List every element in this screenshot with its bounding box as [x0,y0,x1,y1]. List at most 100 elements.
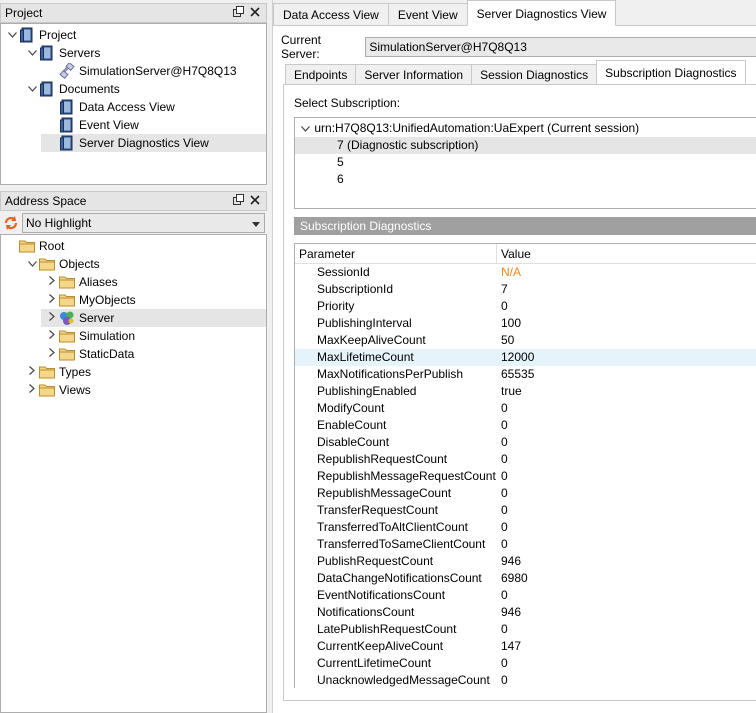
chevron-right-icon[interactable] [45,276,59,288]
tree-item[interactable]: Server [41,309,266,327]
column-header-parameter[interactable]: Parameter [295,244,497,263]
tree-item[interactable]: SimulationServer@H7Q8Q13 [1,62,266,80]
value-cell: 147 [501,639,522,653]
table-row[interactable]: TransferRequestCount 0 [295,502,756,519]
tree-item[interactable]: Server Diagnostics View [41,134,266,152]
server-object-icon [59,310,75,326]
tree-item[interactable]: Views [1,381,266,399]
table-row[interactable]: DataChangeNotificationsCount 6980 [295,570,756,587]
parameter-cell: EventNotificationsCount [317,588,446,602]
parameter-cell: UnacknowledgedMessageCount [317,673,490,687]
tree-item[interactable]: Root [1,237,266,255]
chevron-right-icon[interactable] [45,294,59,306]
diagnostics-grid[interactable]: Parameter Value SessionId N/A Subscription… [294,243,756,688]
table-row[interactable]: RepublishRequestCount 0 [295,451,756,468]
table-row[interactable]: TransferredToAltClientCount 0 [295,519,756,536]
chevron-right-icon[interactable] [25,366,39,378]
tab-endpoints[interactable]: Endpoints [285,64,357,84]
value-cell: N/A [501,265,522,279]
address-space-tree[interactable]: Root Objects Aliases MyObjects Server Simulat… [0,234,267,713]
tab-data-access-view[interactable]: Data Access View [273,3,389,25]
highlight-select[interactable]: No Highlight [22,213,265,233]
tab-server-information[interactable]: Server Information [355,64,473,84]
table-row[interactable]: MaxNotificationsPerPublish 65535 [295,366,756,383]
tree-item[interactable]: StaticData [1,345,266,363]
tree-item-label: Event View [79,118,139,132]
tree-item[interactable]: Project [1,26,266,44]
tree-item-label: Views [59,383,91,397]
table-row[interactable]: SubscriptionId 7 [295,281,756,298]
parameter-cell: RepublishRequestCount [317,452,448,466]
tree-item[interactable]: Types [1,363,266,381]
tab-server-diagnostics-view[interactable]: Server Diagnostics View [466,0,617,26]
chevron-right-icon[interactable] [45,348,59,360]
tab-session-diagnostics[interactable]: Session Diagnostics [471,64,598,84]
table-row[interactable]: SessionId N/A [295,264,756,281]
subscription-item[interactable]: 7 (Diagnostic subscription) [295,137,756,154]
highlight-select-value: No Highlight [26,216,92,230]
chevron-down-icon[interactable] [25,48,39,59]
tree-item-label: Documents [59,82,120,96]
table-row[interactable]: CurrentKeepAliveCount 147 [295,638,756,655]
table-row[interactable]: PublishRequestCount 946 [295,553,756,570]
tab-subscription-diagnostics[interactable]: Subscription Diagnostics [596,60,746,84]
select-subscription-label: Select Subscription: [294,96,401,110]
tree-item[interactable]: Data Access View [1,98,266,116]
subscription-item[interactable]: 5 [295,154,756,171]
table-row[interactable]: CurrentLifetimeCount 0 [295,655,756,672]
undock-icon[interactable] [233,194,244,208]
table-row[interactable]: DisableCount 0 [295,434,756,451]
chevron-down-icon[interactable] [25,259,39,270]
document-icon [59,99,75,115]
tree-item[interactable]: Objects [1,255,266,273]
documents-icon [39,81,55,97]
table-row[interactable]: RepublishMessageRequestCount 0 [295,468,756,485]
chevron-down-icon[interactable] [25,84,39,95]
table-row[interactable]: TransferredToSameClientCount 0 [295,536,756,553]
refresh-icon[interactable] [0,213,22,233]
table-row[interactable]: PublishingInterval 100 [295,315,756,332]
table-row[interactable]: EnableCount 0 [295,417,756,434]
table-row[interactable]: MaxKeepAliveCount 50 [295,332,756,349]
tree-item[interactable]: Documents [1,80,266,98]
table-row[interactable]: LatePublishRequestCount 0 [295,621,756,638]
tab-event-view[interactable]: Event View [387,3,468,25]
tree-item[interactable]: Aliases [1,273,266,291]
tree-item[interactable]: Servers [1,44,266,62]
tree-item-label: StaticData [79,347,135,361]
value-cell: true [501,384,522,398]
parameter-cell: MaxNotificationsPerPublish [317,367,464,381]
table-row[interactable]: UnacknowledgedMessageCount 0 [295,672,756,688]
chevron-down-icon[interactable] [299,120,311,137]
table-row[interactable]: RepublishMessageCount 0 [295,485,756,502]
chevron-right-icon[interactable] [45,312,59,324]
subscription-item[interactable]: 6 [295,171,756,188]
tree-item[interactable]: MyObjects [1,291,266,309]
document-icon [59,135,75,151]
folder-icon [39,382,55,398]
table-row[interactable]: NotificationsCount 946 [295,604,756,621]
subscription-tree[interactable]: urn:H7Q8Q13:UnifiedAutomation:UaExpert (… [294,117,756,209]
value-cell: 0 [501,452,508,466]
tree-item[interactable]: Event View [1,116,266,134]
parameter-cell: SubscriptionId [317,282,394,296]
chevron-down-icon[interactable] [5,30,19,41]
table-row[interactable]: ModifyCount 0 [295,400,756,417]
close-icon[interactable] [250,194,260,208]
current-server-field[interactable]: SimulationServer@H7Q8Q13 [365,37,756,57]
chevron-right-icon[interactable] [45,330,59,342]
chevron-right-icon[interactable] [25,384,39,396]
table-row[interactable]: PublishingEnabled true [295,383,756,400]
parameter-cell: TransferRequestCount [317,503,438,517]
table-row[interactable]: EventNotificationsCount 0 [295,587,756,604]
tree-item[interactable]: Simulation [1,327,266,345]
table-row[interactable]: MaxLifetimeCount 12000 [295,349,756,366]
close-icon[interactable] [250,6,260,20]
document-icon [59,117,75,133]
column-header-value[interactable]: Value [497,244,531,263]
parameter-cell: NotificationsCount [317,605,415,619]
table-row[interactable]: Priority 0 [295,298,756,315]
undock-icon[interactable] [233,6,244,20]
session-tree-item[interactable]: urn:H7Q8Q13:UnifiedAutomation:UaExpert (… [295,120,756,137]
project-tree[interactable]: Project Servers SimulationServer@H7Q8Q13 Do… [0,23,267,185]
